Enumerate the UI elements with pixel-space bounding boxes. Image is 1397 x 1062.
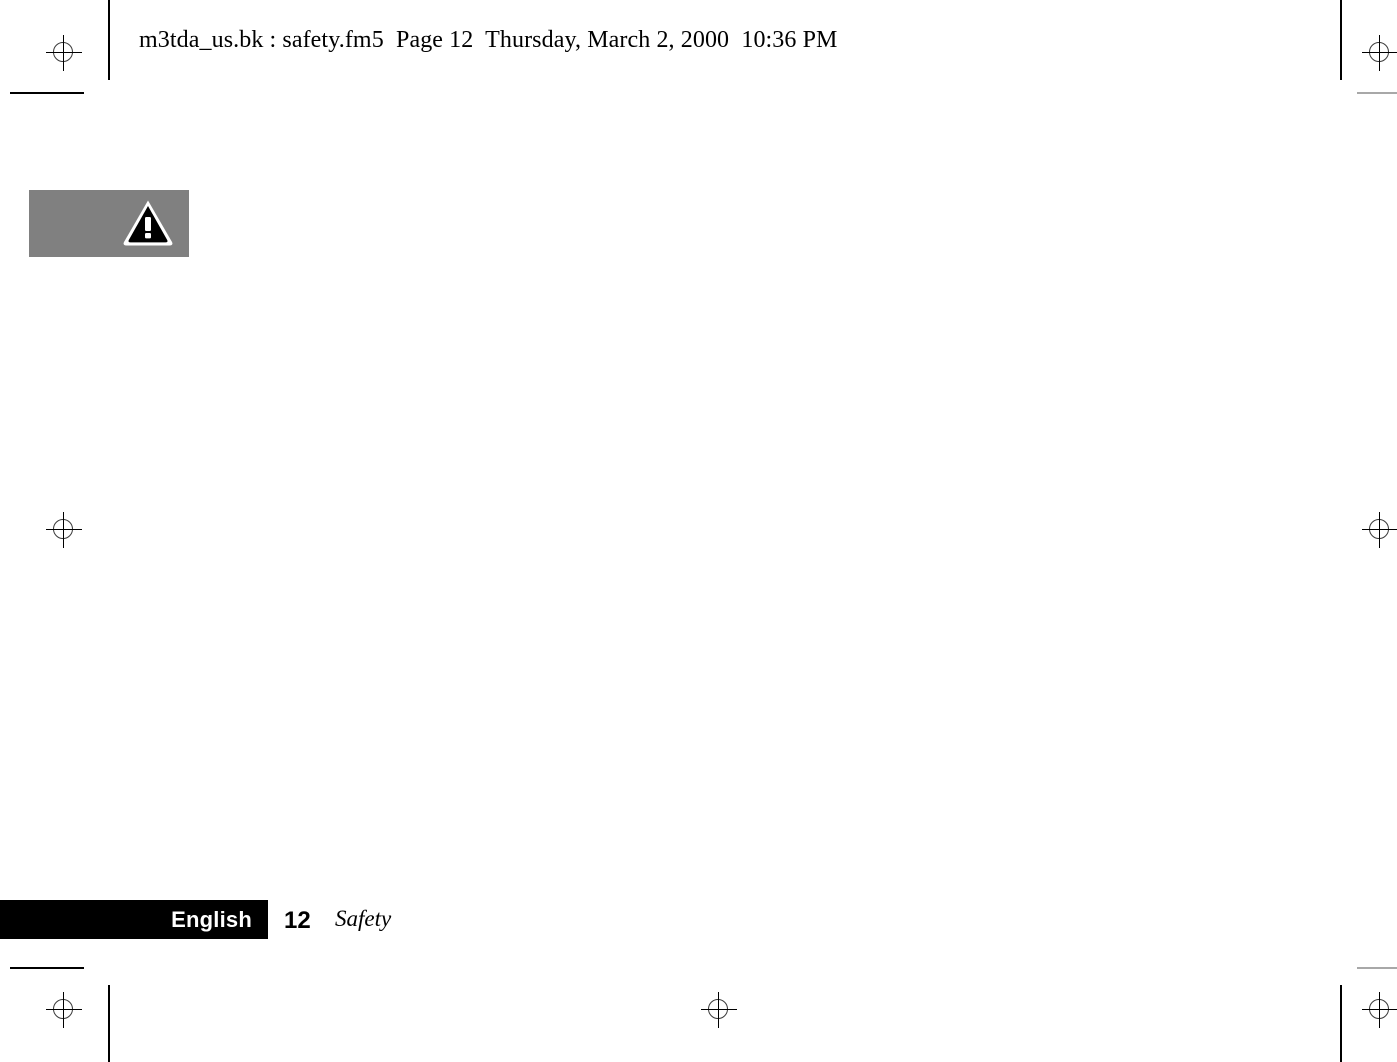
- registration-vertical-line: [63, 992, 64, 1028]
- footer-language-label: English: [171, 907, 252, 932]
- registration-horizontal-line: [46, 52, 82, 53]
- warning-triangle-icon: [122, 198, 174, 248]
- registration-vertical-line: [63, 35, 64, 71]
- page-trim-line-bottom-left: [108, 985, 110, 1062]
- registration-target-mark-middle-left: [44, 510, 84, 550]
- warning-callout-box: [29, 190, 189, 257]
- footer-page-number: 12: [284, 907, 311, 934]
- footer-language-bar: English: [0, 900, 268, 939]
- registration-horizontal-line: [46, 1009, 82, 1010]
- crop-mark-bottom-left: [10, 967, 84, 969]
- registration-vertical-line: [1379, 35, 1380, 71]
- crop-mark-top-left: [10, 92, 84, 94]
- footer-section-title: Safety: [335, 906, 392, 931]
- registration-target-mark-middle-right: [1360, 510, 1397, 550]
- registration-horizontal-line: [46, 529, 82, 530]
- registration-target-mark-top-right: [1360, 33, 1397, 73]
- registration-horizontal-line: [1362, 1009, 1397, 1010]
- crop-mark-bottom-right: [1357, 967, 1397, 969]
- registration-vertical-line: [1379, 512, 1380, 548]
- registration-horizontal-line: [701, 1009, 737, 1010]
- registration-horizontal-line: [1362, 529, 1397, 530]
- registration-target-mark-bottom-left: [44, 990, 84, 1030]
- page-trim-line-top-left: [108, 0, 110, 80]
- page-trim-line-bottom-right: [1340, 985, 1342, 1062]
- page-trim-line-top-right: [1340, 0, 1342, 80]
- printed-page-canvas: m3tda_us.bk : safety.fm5 Page 12 Thursda…: [0, 0, 1397, 1062]
- page-header-text: m3tda_us.bk : safety.fm5 Page 12 Thursda…: [139, 27, 838, 53]
- registration-target-mark-bottom-center: [699, 990, 739, 1030]
- registration-vertical-line: [1379, 992, 1380, 1028]
- registration-vertical-line: [63, 512, 64, 548]
- registration-horizontal-line: [1362, 52, 1397, 53]
- registration-target-mark-top-left: [44, 33, 84, 73]
- registration-vertical-line: [718, 992, 719, 1028]
- registration-target-mark-bottom-right: [1360, 990, 1397, 1030]
- crop-mark-top-right: [1357, 92, 1397, 94]
